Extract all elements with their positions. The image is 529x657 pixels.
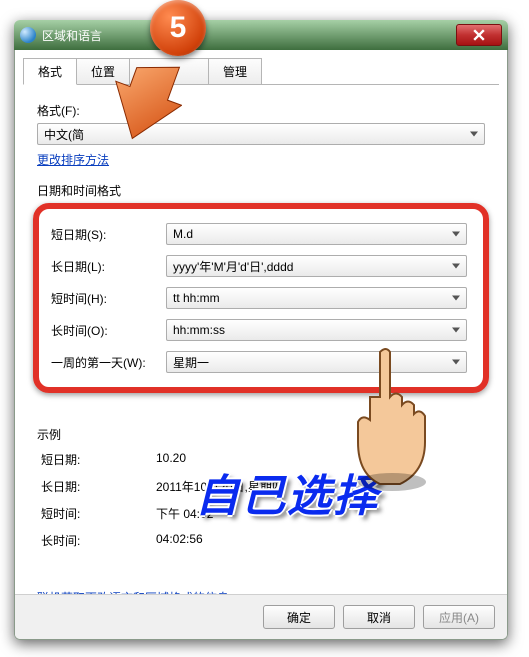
tab-location[interactable]: 位置 bbox=[76, 58, 130, 85]
ex-long-date-label: 长日期: bbox=[41, 478, 156, 495]
titlebar: 区域和语言 bbox=[14, 20, 508, 50]
tab-format[interactable]: 格式 bbox=[23, 58, 77, 85]
ex-long-time-label: 长时间: bbox=[41, 532, 156, 549]
tab-divider bbox=[23, 84, 499, 85]
long-date-select[interactable]: yyyy'年'M'月'd'日',dddd bbox=[166, 255, 467, 277]
ex-short-date-label: 短日期: bbox=[41, 451, 156, 468]
close-icon bbox=[473, 29, 485, 41]
short-date-value: M.d bbox=[173, 227, 193, 241]
close-button[interactable] bbox=[456, 24, 502, 46]
window-title: 区域和语言 bbox=[42, 27, 102, 44]
step-badge: 5 bbox=[150, 0, 206, 56]
dialog-window: 区域和语言 格式 位置 管理 格式(F): 中文(简 更改排序方法 bbox=[14, 20, 508, 640]
change-sort-link[interactable]: 更改排序方法 bbox=[37, 153, 109, 167]
client-area: 格式 位置 管理 格式(F): 中文(简 更改排序方法 日期和时间格式 短日期(… bbox=[14, 50, 508, 640]
long-time-label: 长时间(O): bbox=[51, 322, 166, 339]
format-select-value: 中文(简 bbox=[44, 126, 84, 143]
first-day-label: 一周的第一天(W): bbox=[51, 354, 166, 371]
short-time-value: tt hh:mm bbox=[173, 291, 220, 305]
format-select[interactable]: 中文(简 bbox=[37, 123, 485, 145]
short-date-select[interactable]: M.d bbox=[166, 223, 467, 245]
short-time-label: 短时间(H): bbox=[51, 290, 166, 307]
ex-short-date-value: 10.20 bbox=[156, 451, 481, 468]
format-label: 格式(F): bbox=[37, 102, 485, 119]
datetime-group-title: 日期和时间格式 bbox=[37, 182, 485, 199]
short-date-label: 短日期(S): bbox=[51, 226, 166, 243]
cancel-button[interactable]: 取消 bbox=[343, 605, 415, 629]
button-bar: 确定 取消 应用(A) bbox=[15, 594, 507, 639]
globe-icon bbox=[20, 27, 36, 43]
example-group-title: 示例 bbox=[37, 426, 485, 443]
long-date-label: 长日期(L): bbox=[51, 258, 166, 275]
ex-long-date-value: 2011年10月20日,星期四 bbox=[156, 478, 481, 495]
tab-hidden[interactable] bbox=[129, 58, 209, 85]
highlight-box: 短日期(S): M.d 长日期(L): yyyy'年'M'月'd'日',dddd… bbox=[33, 203, 489, 393]
example-grid: 短日期: 10.20 长日期: 2011年10月20日,星期四 短时间: 下午 … bbox=[37, 447, 485, 549]
first-day-select[interactable]: 星期一 bbox=[166, 351, 467, 373]
tabstrip: 格式 位置 管理 bbox=[15, 50, 507, 85]
long-time-select[interactable]: hh:mm:ss bbox=[166, 319, 467, 341]
ex-short-time-value: 下午 04:02 bbox=[156, 505, 481, 522]
format-panel: 格式(F): 中文(简 更改排序方法 日期和时间格式 短日期(S): M.d 长… bbox=[15, 86, 507, 606]
first-day-value: 星期一 bbox=[173, 354, 209, 371]
tab-admin[interactable]: 管理 bbox=[208, 58, 262, 85]
apply-button[interactable]: 应用(A) bbox=[423, 605, 495, 629]
long-date-value: yyyy'年'M'月'd'日',dddd bbox=[173, 258, 293, 275]
short-time-select[interactable]: tt hh:mm bbox=[166, 287, 467, 309]
ex-short-time-label: 短时间: bbox=[41, 505, 156, 522]
long-time-value: hh:mm:ss bbox=[173, 323, 225, 337]
ok-button[interactable]: 确定 bbox=[263, 605, 335, 629]
ex-long-time-value: 04:02:56 bbox=[156, 532, 481, 549]
